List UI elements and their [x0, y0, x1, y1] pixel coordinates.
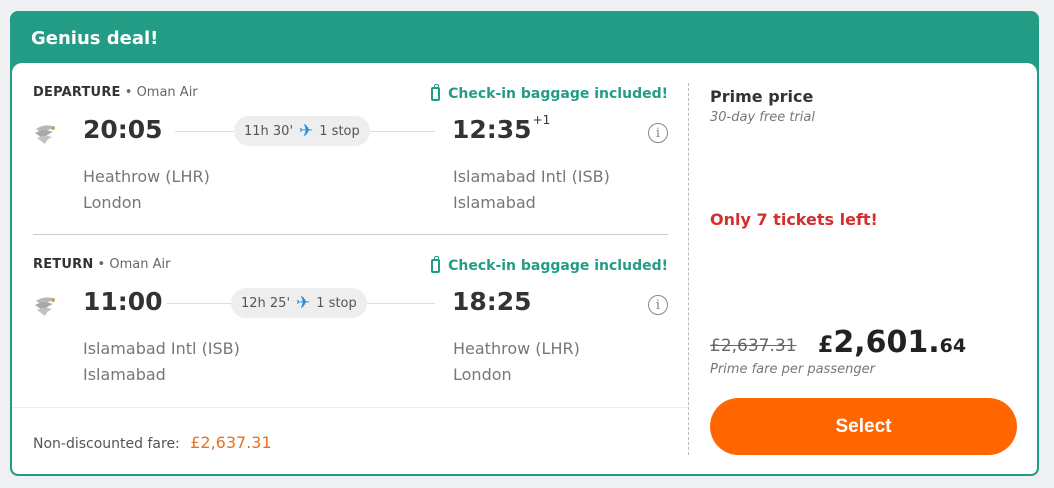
plane-icon: ✈ [296, 292, 311, 313]
fare-note: Prime fare per passenger [710, 362, 875, 377]
price-main: 2,601. [833, 325, 940, 360]
stops-pill[interactable]: 11h 30' ✈ 1 stop [234, 116, 370, 146]
label-separator: • [124, 85, 133, 100]
destination-city: London [453, 365, 512, 384]
origin-airport: Heathrow (LHR) [83, 167, 210, 186]
price-decimals: 64 [939, 335, 967, 357]
non-discounted-fare: Non-discounted fare: £2,637.31 [33, 433, 272, 452]
info-icon[interactable]: i [648, 123, 668, 143]
baggage-text: Check-in baggage included! [448, 86, 668, 102]
origin-airport: Islamabad Intl (ISB) [83, 339, 240, 358]
select-button[interactable]: Select [710, 398, 1017, 455]
departure-time: 11:00 [83, 287, 163, 316]
destination-city: Islamabad [453, 193, 536, 212]
origin-city: London [83, 193, 142, 212]
day-offset: +1 [532, 113, 551, 127]
currency-symbol: £ [818, 333, 834, 358]
stops-count: 1 stop [316, 295, 357, 311]
deal-title: Genius deal! [31, 27, 159, 49]
pricing-panel: Prime price 30-day free trial Only 7 tic… [689, 63, 1037, 474]
arrival-time-value: 12:35 [452, 115, 532, 144]
non-discounted-label: Non-discounted fare: [33, 436, 180, 452]
prime-price-title: Prime price [710, 87, 814, 106]
destination-airport: Islamabad Intl (ISB) [453, 167, 610, 186]
airline-logo-icon [35, 297, 55, 316]
airline-name: Oman Air [109, 257, 171, 272]
return-leg: RETURN • Oman Air Check-in baggage inclu… [33, 256, 668, 407]
prime-price-subtitle: 30-day free trial [710, 110, 815, 125]
leg-label: DEPARTURE • Oman Air [33, 85, 198, 100]
old-price: £2,637.31 [710, 336, 797, 356]
leg-kind: DEPARTURE [33, 85, 121, 100]
deal-card: Genius deal! DEPARTURE • Oman Air Check-… [10, 11, 1039, 476]
stops-pill[interactable]: 12h 25' ✈ 1 stop [231, 288, 367, 318]
destination-airport: Heathrow (LHR) [453, 339, 580, 358]
deal-header: Genius deal! [12, 13, 1037, 63]
leg-label: RETURN • Oman Air [33, 257, 170, 272]
itinerary-panel: DEPARTURE • Oman Air Check-in baggage in… [12, 63, 689, 474]
baggage-info: Check-in baggage included! [431, 256, 668, 274]
plane-icon: ✈ [299, 120, 314, 141]
info-icon[interactable]: i [648, 295, 668, 315]
leg-divider [33, 234, 668, 235]
departure-leg: DEPARTURE • Oman Air Check-in baggage in… [33, 84, 668, 235]
tickets-left-warning: Only 7 tickets left! [710, 210, 878, 229]
deal-body: DEPARTURE • Oman Air Check-in baggage in… [12, 63, 1037, 474]
luggage-icon [431, 256, 441, 273]
leg-kind: RETURN [33, 257, 94, 272]
luggage-icon [431, 84, 441, 101]
arrival-time: 12:35+1 [452, 113, 551, 144]
prime-price: £2,601.64 [818, 325, 966, 360]
duration: 12h 25' [241, 295, 291, 311]
baggage-text: Check-in baggage included! [448, 258, 668, 274]
baggage-info: Check-in baggage included! [431, 84, 668, 102]
non-discounted-amount: £2,637.31 [190, 433, 272, 452]
label-separator: • [97, 257, 106, 272]
duration: 11h 30' [244, 123, 294, 139]
origin-city: Islamabad [83, 365, 166, 384]
departure-time: 20:05 [83, 115, 163, 144]
footer-divider [12, 407, 689, 408]
airline-name: Oman Air [136, 85, 198, 100]
arrival-time: 18:25 [452, 287, 532, 316]
airline-logo-icon [35, 125, 55, 144]
stops-count: 1 stop [319, 123, 360, 139]
